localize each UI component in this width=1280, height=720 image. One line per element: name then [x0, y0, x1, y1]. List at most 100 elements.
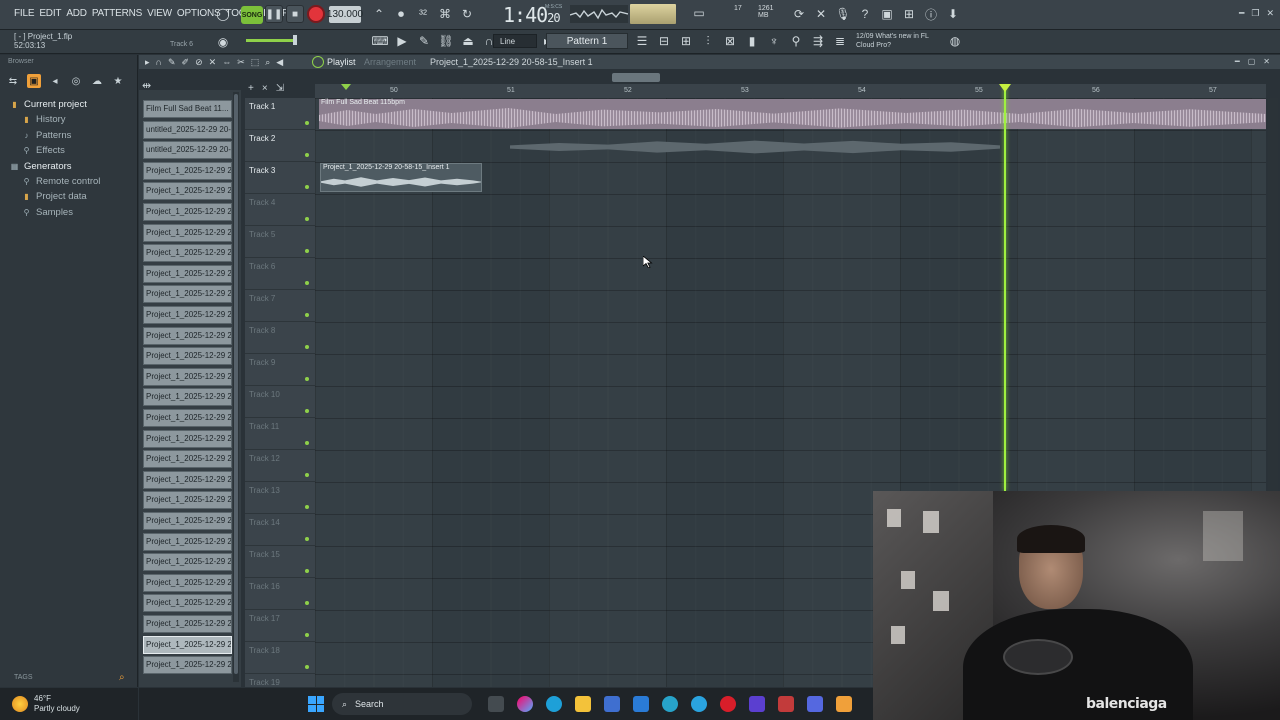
track-enable-led[interactable]	[305, 409, 309, 413]
options-arrow-icon[interactable]: ▸	[145, 57, 150, 68]
picker-clip[interactable]: Project_1_2025-12-29 2...	[143, 635, 232, 654]
picker-clip[interactable]: Project_1_2025-12-29 2...	[143, 450, 232, 469]
track-header[interactable]: Track 11	[245, 418, 315, 450]
mixer-icon[interactable]: ⫶	[699, 32, 717, 50]
picker-clip[interactable]: Project_1_2025-12-29 2...	[143, 553, 232, 572]
picker-clip[interactable]: Project_1_2025-12-29 2...	[143, 285, 232, 304]
picker-clip[interactable]: Project_1_2025-12-29 2...	[143, 656, 232, 675]
audio-clip[interactable]: Film Full Sad Beat 115bpm	[319, 99, 1266, 129]
picker-clip[interactable]: Project_1_2025-12-29 2...	[143, 491, 232, 510]
select-icon[interactable]: ⬚	[251, 57, 260, 68]
picker-clip[interactable]: Project_1_2025-12-29 2...	[143, 347, 232, 366]
loop-start-marker[interactable]	[341, 84, 351, 90]
link-icon[interactable]: ⇲	[276, 83, 284, 94]
news-icon[interactable]: ≣	[831, 32, 849, 50]
track-enable-led[interactable]	[305, 665, 309, 669]
track-enable-led[interactable]	[305, 249, 309, 253]
picker-clip[interactable]: Project_1_2025-12-29 2...	[143, 182, 232, 201]
back-icon[interactable]: ◂	[48, 74, 62, 88]
track-header[interactable]: Track 18	[245, 642, 315, 674]
snap-selector[interactable]: Line	[493, 34, 537, 48]
touch-keyboard-icon[interactable]: ⚲	[787, 32, 805, 50]
tempo-display[interactable]: 130.000	[327, 6, 363, 23]
telegram-icon[interactable]	[691, 696, 707, 712]
picker-clip[interactable]: Project_1_2025-12-29 2...	[143, 367, 232, 386]
star-icon[interactable]: ★	[111, 74, 125, 88]
song-mode-toggle[interactable]: SONG	[241, 6, 263, 24]
step-sequencer-icon[interactable]: ⊞	[677, 32, 695, 50]
channel-rack-icon[interactable]: ⊟	[655, 32, 673, 50]
track-enable-led[interactable]	[305, 153, 309, 157]
weather-widget[interactable]: 46°F Partly cloudy	[0, 688, 138, 720]
picker-clip[interactable]: Project_1_2025-12-29 2...	[143, 512, 232, 530]
edge-icon[interactable]	[546, 696, 562, 712]
track-header[interactable]: Track 13	[245, 482, 315, 514]
track-enable-led[interactable]	[305, 569, 309, 573]
track-header[interactable]: Track 8	[245, 322, 315, 354]
menu-add[interactable]: ADD	[66, 8, 87, 19]
master-volume-slider[interactable]	[246, 35, 297, 45]
store-icon[interactable]	[604, 696, 620, 712]
playback-icon[interactable]: ◀	[276, 57, 283, 68]
track-header[interactable]: Track 4	[245, 194, 315, 226]
midi-icon[interactable]: ✕	[812, 5, 830, 23]
track-enable-led[interactable]	[305, 345, 309, 349]
playhead[interactable]	[1004, 86, 1006, 491]
expand-icon[interactable]: ⇆	[6, 74, 20, 88]
wait-input-icon[interactable]: ⏺	[392, 5, 410, 23]
piano-roll-icon[interactable]: ⌨	[371, 32, 389, 50]
save-icon[interactable]: ▣	[878, 5, 896, 23]
track-header[interactable]: Track 10	[245, 386, 315, 418]
opera-icon[interactable]	[720, 696, 736, 712]
arrow-right-icon[interactable]: ▶	[393, 32, 411, 50]
picker-clip[interactable]: Project_1_2025-12-29 2...	[143, 223, 232, 242]
search-icon[interactable]: ⌕	[119, 672, 125, 683]
track-header[interactable]: Track 9	[245, 354, 315, 386]
browser-icon[interactable]: ⊠	[721, 32, 739, 50]
undo-icon[interactable]: ⟳	[790, 5, 808, 23]
picker-clip[interactable]: Project_1_2025-12-29 2...	[143, 326, 232, 345]
cpu-dial-icon[interactable]: ◯	[214, 5, 232, 23]
picker-clip[interactable]: Film Full Sad Beat 11...	[143, 100, 232, 118]
track-header[interactable]: Track 3	[245, 162, 315, 194]
taskbar-search[interactable]: ⌕ Search	[332, 693, 472, 715]
windows-start-icon[interactable]	[308, 696, 324, 712]
menu-edit[interactable]: EDIT	[39, 8, 61, 19]
playlist-mode[interactable]: Arrangement	[364, 57, 416, 67]
metronome-icon[interactable]: ⌃	[370, 5, 388, 23]
cloud-icon[interactable]: ☁	[90, 74, 104, 88]
tree-generators[interactable]: ▦ Generators	[10, 159, 100, 174]
track-header[interactable]: Track 1	[245, 98, 315, 130]
tree-history[interactable]: ▮ History	[10, 112, 100, 127]
track-enable-led[interactable]	[305, 633, 309, 637]
tempo-tap-icon[interactable]: ♆	[765, 32, 783, 50]
tree-current-project[interactable]: ▮ Current project	[10, 97, 100, 112]
loop-record-icon[interactable]: ↻	[458, 5, 476, 23]
track-enable-led[interactable]	[305, 313, 309, 317]
track-header[interactable]: Track 7	[245, 290, 315, 322]
track-header[interactable]: Track 6	[245, 258, 315, 290]
playlist-play-icon[interactable]	[312, 56, 324, 68]
resize-icon[interactable]: ⇹	[142, 79, 151, 92]
pencil-icon[interactable]: ✎	[168, 57, 176, 68]
audio-clip[interactable]: Project_1_2025-12-29 20-58-15_Insert 1	[320, 163, 482, 192]
pencil-icon[interactable]: ✎	[415, 32, 433, 50]
folder-view-icon[interactable]: ▣	[27, 74, 41, 88]
picker-clip[interactable]: untitled_2025-12-29 20-...	[143, 141, 232, 160]
script-icon[interactable]: ⇶	[809, 32, 827, 50]
track-enable-led[interactable]	[305, 601, 309, 605]
minimize-icon[interactable]: ━	[1239, 8, 1244, 19]
close-icon[interactable]: ✕	[1263, 57, 1270, 66]
audio-input-icon[interactable]: 🎙	[834, 5, 852, 23]
track-enable-led[interactable]	[305, 281, 309, 285]
restore-icon[interactable]: ❐	[1251, 8, 1259, 19]
menu-patterns[interactable]: PATTERNS	[92, 8, 142, 19]
maximize-icon[interactable]: ▢	[1248, 57, 1256, 66]
picker-scrollbar[interactable]	[233, 92, 239, 682]
blend-notes-icon[interactable]: ⌘	[436, 5, 454, 23]
track-enable-led[interactable]	[305, 185, 309, 189]
picker-clip[interactable]: Project_1_2025-12-29 2...	[143, 203, 232, 221]
vscode-icon[interactable]	[662, 696, 678, 712]
delete-icon[interactable]: ⊘	[195, 57, 203, 68]
track-header[interactable]: Track 15	[245, 546, 315, 578]
